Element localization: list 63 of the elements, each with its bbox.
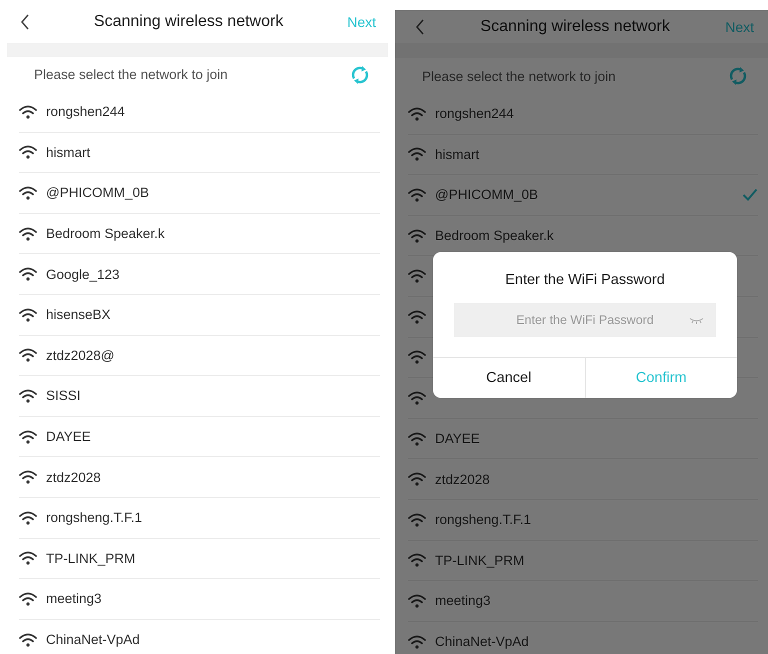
wifi-icon [408, 106, 426, 121]
wifi-icon [19, 348, 37, 362]
wifi-icon [19, 470, 37, 484]
wifi-icon [19, 226, 37, 241]
network-name[interactable]: DAYEE [435, 431, 758, 446]
wifi-icon [408, 310, 426, 324]
wifi-icon [408, 228, 426, 243]
section-prompt: Please select the network to join [422, 68, 616, 84]
refresh-icon[interactable] [350, 64, 370, 84]
network-name[interactable]: rongsheng.T.F.1 [435, 512, 758, 528]
wifi-icon [408, 350, 426, 364]
network-name[interactable]: ztdz2028 [46, 470, 380, 485]
network-name[interactable]: rongsheng.T.F.1 [46, 510, 380, 526]
wifi-icon [19, 267, 37, 282]
network-name[interactable]: hismart [435, 146, 758, 162]
network-name[interactable]: rongshen244 [46, 104, 380, 120]
wifi-icon [19, 145, 37, 160]
closed-eye-icon[interactable] [689, 317, 704, 324]
network-name[interactable]: TP-LINK_PRM [435, 552, 758, 568]
network-name[interactable]: Bedroom Speaker.k [435, 228, 758, 244]
network-name[interactable]: ChinaNet-VpAd [46, 632, 380, 648]
network-name[interactable]: meeting3 [435, 593, 758, 608]
wifi-icon [19, 551, 37, 566]
back-icon[interactable] [20, 14, 30, 30]
cancel-button[interactable]: Cancel [433, 358, 586, 398]
refresh-icon[interactable] [728, 66, 748, 86]
network-name[interactable]: hismart [46, 144, 380, 160]
network-name[interactable]: @PHICOMM_0B [46, 185, 380, 200]
network-name[interactable]: TP-LINK_PRM [46, 550, 380, 566]
network-name[interactable]: hisenseBX [46, 307, 380, 322]
dialog-title: Enter the WiFi Password [504, 272, 666, 288]
screen-title: Scanning wireless network [479, 18, 671, 36]
network-name[interactable]: @PHICOMM_0B [435, 187, 733, 202]
password-field[interactable]: Enter the WiFi Password [454, 303, 716, 337]
network-name[interactable]: SISSI [46, 388, 380, 404]
screen-title: Scanning wireless network [92, 12, 284, 30]
wifi-icon [19, 592, 37, 606]
wifi-icon [19, 388, 37, 403]
network-name[interactable]: ChinaNet-VpAd [435, 634, 758, 650]
network-name[interactable]: rongshen244 [435, 106, 758, 122]
wifi-icon [19, 308, 37, 322]
network-name[interactable]: DAYEE [46, 429, 380, 444]
wifi-icon [19, 430, 37, 444]
network-name[interactable]: ztdz2028 [435, 472, 758, 487]
wifi-icon [408, 432, 426, 446]
wifi-icon [19, 510, 37, 525]
network-name[interactable]: Bedroom Speaker.k [46, 226, 380, 242]
wifi-icon [408, 634, 426, 649]
section-prompt: Please select the network to join [34, 67, 228, 82]
wifi-icon [408, 472, 426, 486]
wifi-icon [408, 147, 426, 162]
wifi-icon [408, 512, 426, 527]
wifi-icon [408, 594, 426, 608]
wifi-icon [19, 186, 37, 200]
network-name[interactable]: Google_123 [46, 266, 380, 282]
wifi-icon [19, 632, 37, 647]
network-name[interactable]: ztdz2028@ [46, 348, 380, 363]
wifi-icon [408, 188, 426, 202]
wifi-icon [408, 269, 426, 284]
wifi-icon [408, 390, 426, 405]
network-name[interactable]: meeting3 [46, 591, 380, 606]
wifi-icon [408, 553, 426, 568]
wifi-icon [19, 104, 37, 119]
